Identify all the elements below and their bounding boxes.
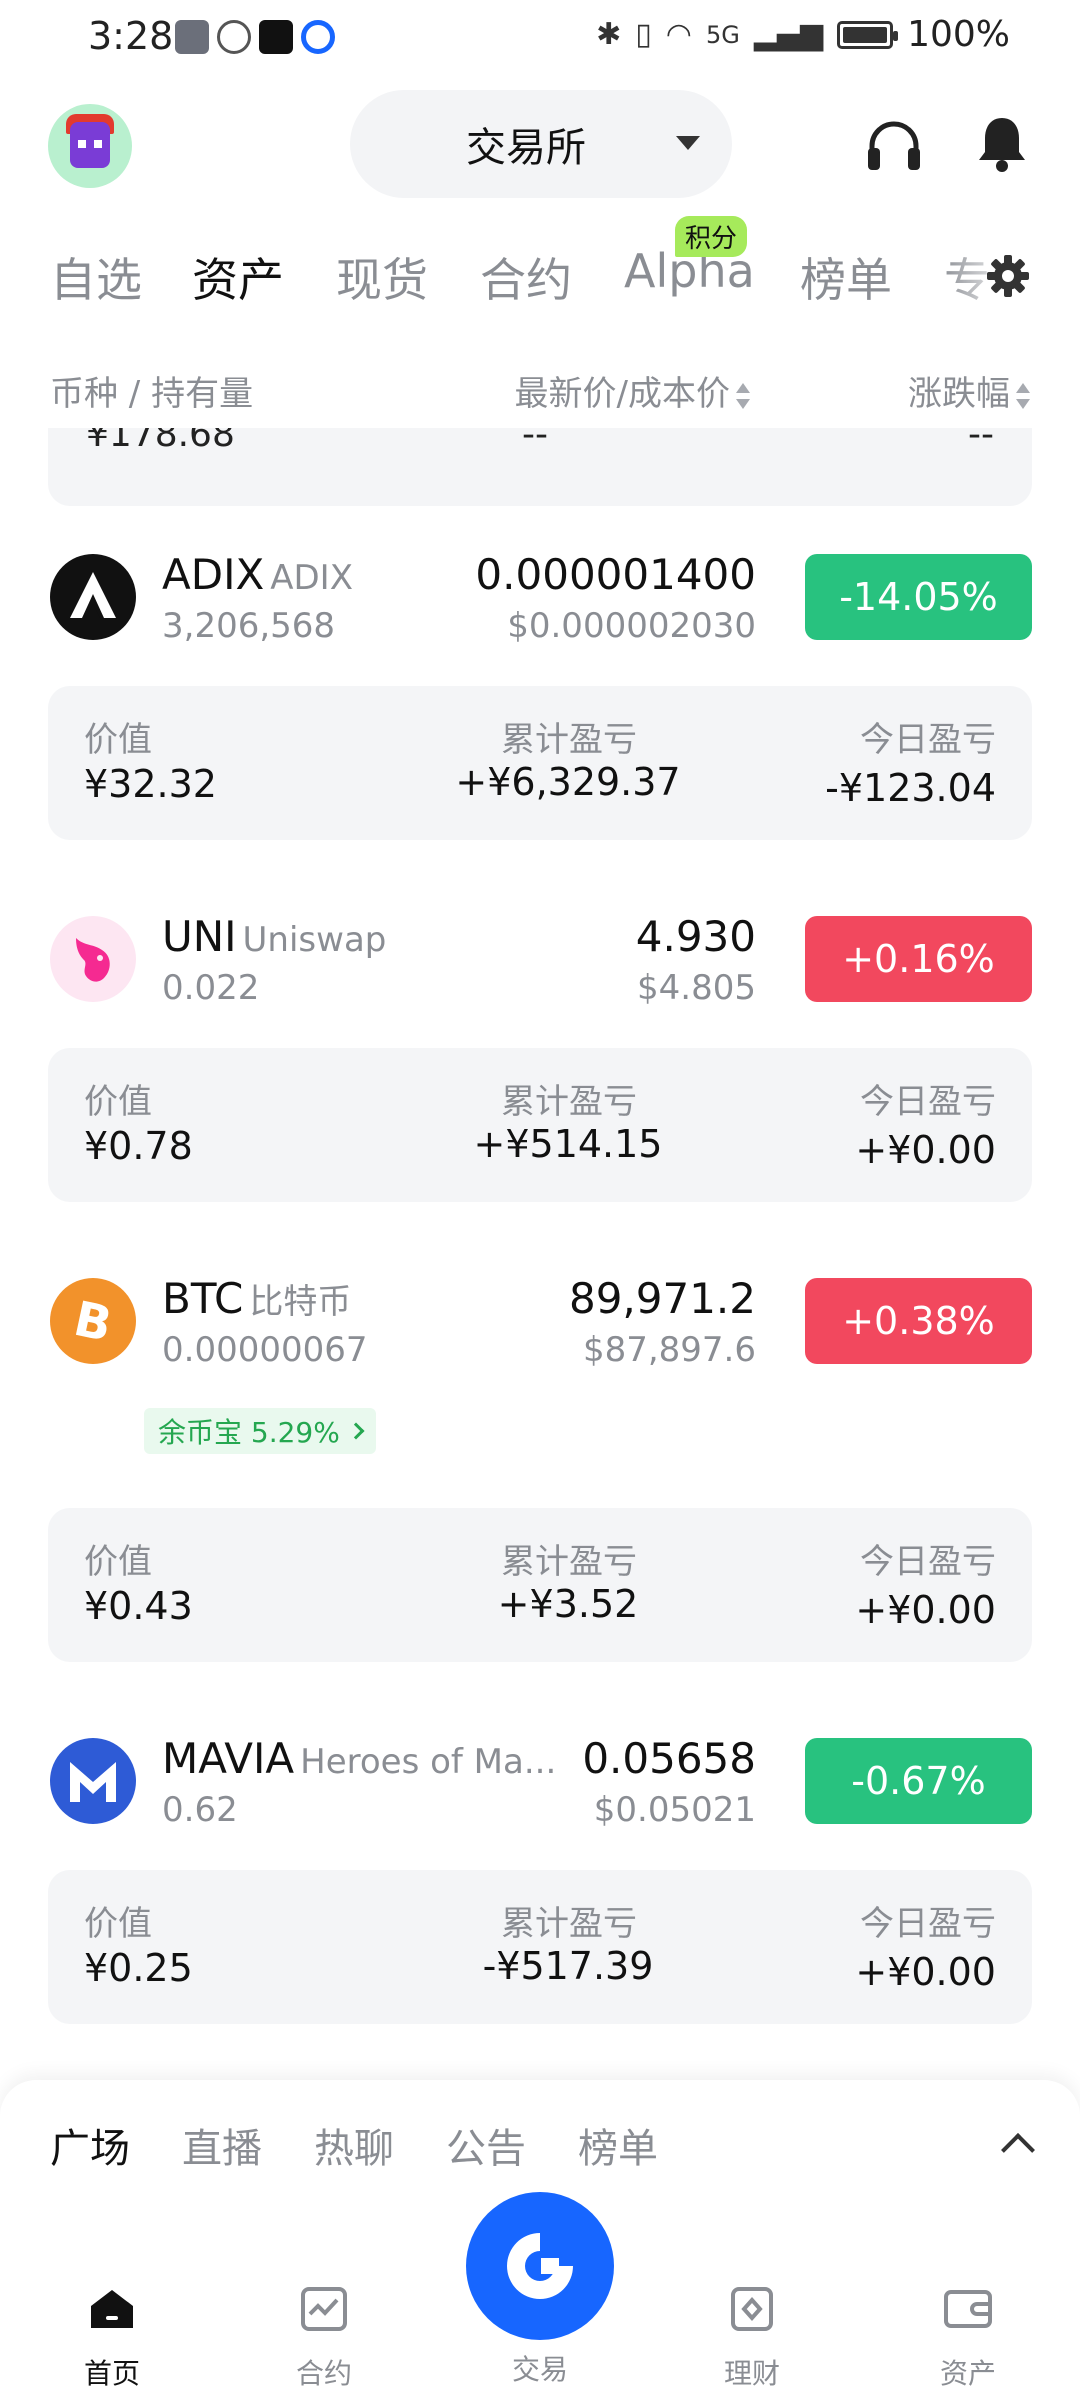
- change-badge: -14.05%: [805, 554, 1032, 640]
- vibrate-icon: ▯: [635, 17, 652, 52]
- headset-icon[interactable]: [866, 118, 922, 172]
- tab-futures[interactable]: 合约: [480, 244, 572, 310]
- asset-list[interactable]: ¥178.68 -- -- ADIX ADIX 3,206,568 0.00000…: [0, 428, 1080, 2078]
- chevron-down-icon: [676, 136, 700, 150]
- coin-quantity: 0.62: [162, 1790, 238, 1830]
- tab-assets[interactable]: 资产: [192, 244, 284, 310]
- exchange-selector[interactable]: 交易所: [350, 90, 732, 198]
- status-time: 3:28: [88, 14, 174, 58]
- latest-price: 0.000001400: [475, 550, 756, 599]
- signal-icon: ▂▄▆: [753, 17, 824, 52]
- app-notification-icon: [301, 20, 335, 54]
- tiktok-notification-icon: [259, 20, 293, 54]
- svg-text:B: B: [69, 1291, 116, 1353]
- cost-price: $87,897.6: [582, 1330, 756, 1370]
- home-icon: [91, 2290, 133, 2328]
- earn-icon: [731, 2287, 773, 2331]
- detail-card: ¥178.68 -- --: [48, 428, 1032, 506]
- feed-tab-live[interactable]: 直播: [182, 2116, 262, 2174]
- change-badge: +0.16%: [805, 916, 1032, 1002]
- sort-icon: [1016, 382, 1030, 409]
- nav-home[interactable]: 首页: [42, 2286, 182, 2392]
- bell-icon[interactable]: [976, 114, 1028, 174]
- value-amount: ¥0.78: [84, 1124, 193, 1168]
- value-amount: ¥32.32: [84, 762, 217, 806]
- column-change[interactable]: 涨跌幅: [908, 366, 1030, 415]
- today-pnl: +¥0.00: [855, 1128, 996, 1172]
- detail-card: 价值 ¥32.32 累计盈亏 +¥6,329.37 今日盈亏 -¥123.04: [48, 686, 1032, 840]
- avatar[interactable]: [48, 104, 132, 188]
- today-pnl: +¥0.00: [855, 1588, 996, 1632]
- total-pnl: +¥514.15: [473, 1122, 663, 1166]
- status-right: ✱ ▯ ◠ 5G ▂▄▆ 100%: [596, 14, 1010, 55]
- mavia-logo-icon: [50, 1738, 136, 1824]
- tab-favorites[interactable]: 自选: [50, 244, 142, 310]
- gallery-notification-icon: [175, 20, 209, 54]
- detail-card: 价值 ¥0.25 累计盈亏 -¥517.39 今日盈亏 +¥0.00: [48, 1870, 1032, 2024]
- points-badge: 积分: [675, 216, 748, 257]
- category-tabs: 自选 资产 现货 合约 Alpha 积分 榜单 专: [0, 216, 1080, 320]
- today-pnl: +¥0.00: [855, 1950, 996, 1994]
- coin-quantity: 0.022: [162, 968, 260, 1008]
- notification-icons: [175, 20, 335, 54]
- wechat-notification-icon: [217, 20, 251, 54]
- value-amount: ¥0.25: [84, 1946, 193, 1990]
- wifi-icon: ◠: [665, 17, 692, 52]
- battery-icon: [837, 20, 899, 49]
- exchange-label: 交易所: [466, 125, 586, 171]
- coin-quantity: 3,206,568: [162, 606, 336, 646]
- change-badge: +0.38%: [805, 1278, 1032, 1364]
- feed-tab-announcements[interactable]: 公告: [446, 2116, 526, 2174]
- header: 交易所: [0, 90, 1080, 210]
- nav-earn[interactable]: 理财: [682, 2286, 822, 2392]
- feed-tab-square[interactable]: 广场: [50, 2116, 130, 2174]
- gear-icon[interactable]: [984, 252, 1032, 300]
- detail-card: 价值 ¥0.78 累计盈亏 +¥514.15 今日盈亏 +¥0.00: [48, 1048, 1032, 1202]
- column-price[interactable]: 最新价/成本价: [515, 366, 750, 415]
- adix-logo-icon: [50, 554, 136, 640]
- nav-trade-button[interactable]: [466, 2192, 614, 2340]
- bluetooth-icon: ✱: [596, 17, 622, 52]
- chevron-right-icon: [347, 1422, 365, 1440]
- uniswap-logo-icon: [50, 916, 136, 1002]
- sort-icon: [736, 382, 750, 409]
- value-amount: ¥0.43: [84, 1584, 193, 1628]
- futures-chart-icon: [301, 2287, 347, 2331]
- coin-name: MAVIA Heroes of Ma...: [162, 1734, 557, 1783]
- bitcoin-logo-icon: B: [50, 1278, 136, 1364]
- chevron-up-icon[interactable]: [1001, 2133, 1035, 2167]
- nav-trade-label: 交易: [511, 2353, 568, 2386]
- total-pnl: +¥3.52: [497, 1582, 639, 1626]
- change-badge: -0.67%: [805, 1738, 1032, 1824]
- detail-card: 价值 ¥0.43 累计盈亏 +¥3.52 今日盈亏 +¥0.00: [48, 1508, 1032, 1662]
- status-bar: 3:28 ✱ ▯ ◠ 5G ▂▄▆ 100%: [0, 0, 1080, 80]
- cost-price: $0.05021: [593, 1790, 756, 1830]
- column-asset: 币种 / 持有量: [50, 374, 254, 414]
- nav-futures[interactable]: 合约: [254, 2286, 394, 2392]
- earn-tag[interactable]: 余币宝 5.29%: [144, 1408, 376, 1454]
- coin-name: UNI Uniswap: [162, 912, 387, 961]
- network-type: 5G: [705, 20, 740, 49]
- tab-rankings[interactable]: 榜单: [800, 244, 892, 310]
- coin-name: BTC 比特币: [162, 1274, 352, 1323]
- nav-assets[interactable]: 资产: [898, 2286, 1038, 2392]
- tab-spot[interactable]: 现货: [336, 244, 428, 310]
- column-header: 币种 / 持有量 最新价/成本价 涨跌幅: [0, 360, 1080, 420]
- cost-price: $4.805: [637, 968, 756, 1008]
- latest-price: 0.05658: [582, 1734, 756, 1783]
- latest-price: 89,971.2: [568, 1274, 756, 1323]
- feed-tab-rankings[interactable]: 榜单: [578, 2116, 658, 2174]
- coin-quantity: 0.00000067: [162, 1330, 368, 1370]
- total-pnl: +¥6,329.37: [455, 760, 681, 804]
- bottom-panel: 广场 直播 热聊 公告 榜单 首页 合约 交易 理财 资产: [0, 2080, 1080, 2400]
- latest-price: 4.930: [635, 912, 756, 961]
- today-pnl: -¥123.04: [825, 766, 996, 810]
- total-pnl: -¥517.39: [482, 1944, 654, 1988]
- battery-percent: 100%: [907, 14, 1010, 55]
- feed-tab-hot-chat[interactable]: 热聊: [314, 2116, 394, 2174]
- wallet-icon: [944, 2290, 992, 2328]
- cost-price: $0.000002030: [507, 606, 756, 646]
- trade-logo-icon: [507, 2233, 573, 2299]
